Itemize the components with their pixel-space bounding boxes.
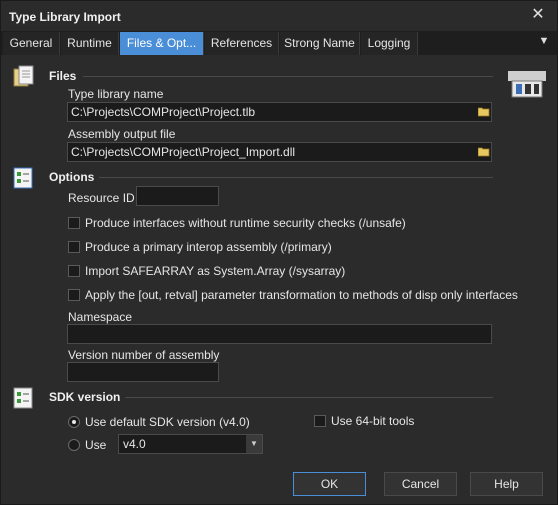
close-icon[interactable]: ✕ [529,6,547,24]
use-sdk-radio[interactable] [68,439,80,451]
tab-references[interactable]: References [205,32,279,55]
tab-runtime[interactable]: Runtime [61,32,119,55]
tab-bar: General Runtime Files & Opt... Reference… [1,31,557,55]
tab-general[interactable]: General [3,32,60,55]
unsafe-checkbox[interactable] [68,217,80,229]
sysarray-checkbox[interactable] [68,265,80,277]
resource-id-label: Resource ID [68,191,135,205]
dialog-title: Type Library Import [9,10,121,24]
type-library-import-dialog: Type Library Import ✕ General Runtime Fi… [0,0,558,505]
use-64bit-checkbox[interactable] [314,415,326,427]
primary-checkbox[interactable] [68,241,80,253]
resource-id-input[interactable] [136,186,219,206]
version-number-input[interactable] [67,362,219,382]
sdk-checklist-icon [13,387,33,409]
files-icon [13,65,34,87]
unsafe-checkbox-label: Produce interfaces without runtime secur… [85,216,406,230]
use-64bit-checkbox-label: Use 64-bit tools [331,414,415,428]
retval-transform-checkbox[interactable] [68,289,80,301]
ok-button[interactable]: OK [293,472,366,496]
sdk-section-title: SDK version [49,390,121,404]
tab-menu-icon[interactable]: ▼ [537,35,551,49]
options-divider [99,177,493,178]
cancel-button[interactable]: Cancel [384,472,457,496]
files-section-title: Files [49,69,77,83]
type-library-input[interactable]: C:\Projects\COMProject\Project.tlb [67,102,492,122]
sdk-version-select[interactable]: v4.0 ▼ [118,434,263,454]
options-checklist-icon [13,167,33,189]
sdk-divider [125,397,493,398]
title-bar: Type Library Import ✕ [1,1,557,31]
tab-files-options[interactable]: Files & Opt... [120,32,204,55]
help-button[interactable]: Help [470,472,543,496]
type-library-label: Type library name [68,87,164,101]
default-sdk-radio[interactable] [68,416,80,428]
version-number-label: Version number of assembly [68,348,220,362]
sysarray-checkbox-label: Import SAFEARRAY as System.Array (/sysar… [85,264,346,278]
assembly-output-input[interactable]: C:\Projects\COMProject\Project_Import.dl… [67,142,492,162]
options-section-title: Options [49,170,95,184]
tab-strong-name[interactable]: Strong Name [280,32,360,55]
sdk-version-select-value: v4.0 [123,437,146,451]
files-divider [83,76,493,77]
folder-browse-icon[interactable] [478,147,490,157]
assembly-output-label: Assembly output file [68,127,176,141]
chevron-down-icon[interactable]: ▼ [246,435,262,453]
tab-logging[interactable]: Logging [361,32,418,55]
namespace-input[interactable] [67,324,492,344]
folder-browse-icon[interactable] [478,107,490,117]
default-sdk-radio-label: Use default SDK version (v4.0) [85,415,250,429]
action-logo-icon [508,71,546,98]
namespace-label: Namespace [68,310,133,324]
retval-transform-checkbox-label: Apply the [out, retval] parameter transf… [85,288,518,302]
primary-checkbox-label: Produce a primary interop assembly (/pri… [85,240,332,254]
use-sdk-radio-label: Use [85,438,107,452]
